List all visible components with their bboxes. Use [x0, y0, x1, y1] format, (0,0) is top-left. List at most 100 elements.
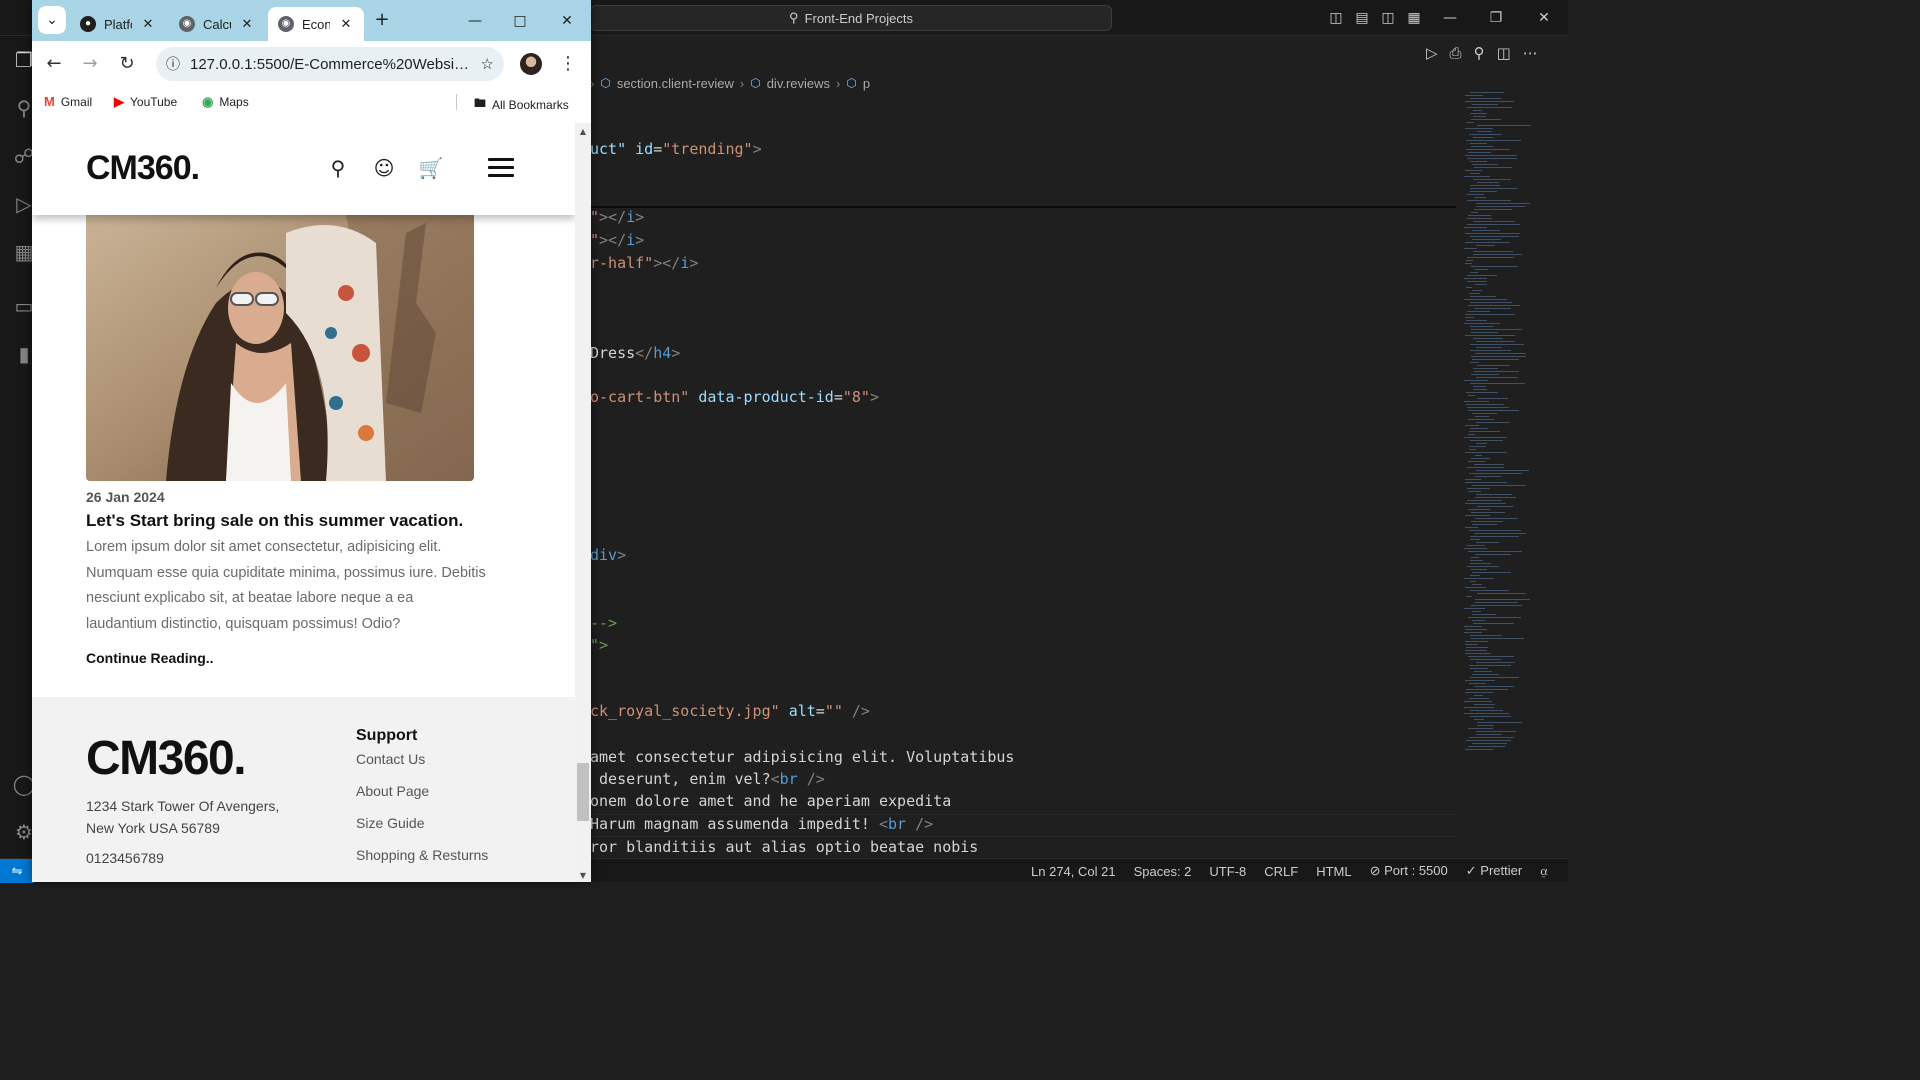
tab-calculator[interactable]: ◉ Calcu ✕	[169, 7, 265, 41]
code-line[interactable]: uct" id="trending">	[590, 138, 762, 160]
bookmarks-divider	[456, 94, 457, 110]
minimap-line	[1468, 419, 1494, 420]
new-tab-icon[interactable]: +	[368, 6, 396, 34]
bookmark-youtube[interactable]: ▶ YouTube	[114, 94, 177, 110]
site-logo[interactable]: CM360.	[86, 149, 200, 188]
site-info-icon[interactable]: ⓘ	[166, 54, 180, 74]
scroll-down-icon[interactable]: ▼	[579, 871, 587, 880]
code-token: "	[590, 231, 600, 249]
profile-avatar[interactable]	[520, 53, 542, 75]
minimize-icon[interactable]: —	[1440, 8, 1460, 28]
minimap-line	[1470, 716, 1511, 717]
code-line[interactable]: amet consectetur adipisicing elit. Volup…	[590, 746, 1014, 768]
close-tab-icon[interactable]: ✕	[239, 16, 255, 32]
minimap-line	[1476, 494, 1512, 495]
code-line[interactable]: r-half"></i>	[590, 252, 698, 274]
minimap-line	[1472, 674, 1499, 675]
breadcrumb-item[interactable]: section.client-review	[617, 76, 734, 91]
encoding[interactable]: UTF-8	[1209, 864, 1246, 879]
minimap-line	[1464, 323, 1500, 324]
code-line[interactable]: -->	[590, 612, 617, 634]
restore-icon[interactable]: ❐	[1486, 8, 1506, 28]
reload-icon[interactable]: ↻	[113, 50, 141, 78]
breadcrumb-item[interactable]: div.reviews	[767, 76, 830, 91]
code-line[interactable]: ck_royal_society.jpg" alt="" />	[590, 700, 870, 722]
code-token: ></	[599, 208, 627, 226]
footer-link-contact[interactable]: Contact Us	[356, 751, 425, 767]
code-line[interactable]: deserunt, enim vel?<br />	[590, 768, 825, 790]
tab-search-icon[interactable]: ⌄	[38, 6, 66, 34]
minimap-line	[1465, 95, 1483, 96]
indentation[interactable]: Spaces: 2	[1134, 864, 1192, 879]
forward-icon[interactable]: →	[76, 50, 104, 78]
minimap[interactable]	[1460, 92, 1556, 772]
tab-github[interactable]: ● Platfo ✕	[70, 7, 166, 41]
bookmark-maps[interactable]: ◉ Maps	[202, 94, 249, 110]
all-bookmarks-label: All Bookmarks	[492, 97, 569, 112]
minimap-line	[1465, 317, 1474, 318]
blog-title[interactable]: Let's Start bring sale on this summer va…	[86, 511, 463, 531]
minimap-line	[1477, 398, 1508, 399]
code-line[interactable]: ">	[590, 634, 608, 656]
code-line[interactable]: Dress</h4>	[590, 342, 680, 364]
all-bookmarks[interactable]: 🖿 All Bookmarks	[474, 94, 569, 115]
address-bar[interactable]: ⓘ 127.0.0.1:5500/E-Commerce%20Website/i.…	[156, 47, 504, 81]
split-editor-icon[interactable]: ◫	[1497, 44, 1511, 62]
code-line[interactable]: "></i>	[590, 206, 644, 228]
blog-date: 26 Jan 2024	[86, 489, 165, 505]
tab-ecommerce[interactable]: ◉ Econ ✕	[268, 7, 364, 41]
code-line[interactable]: o-cart-btn" data-product-id="8">	[590, 386, 879, 408]
bell-icon[interactable]: ⍶	[1540, 863, 1548, 879]
minimize-icon[interactable]: —	[452, 7, 498, 35]
print-icon[interactable]: ⎙	[1450, 44, 1462, 62]
footer-logo[interactable]: CM360.	[86, 731, 247, 786]
page-scrollbar[interactable]: ▲ ▼	[575, 123, 591, 882]
end-of-line[interactable]: CRLF	[1264, 864, 1298, 879]
code-line[interactable]: ror blanditiis aut alias optio beatae no…	[590, 836, 978, 858]
toggle-primary-sidebar-icon[interactable]: ◫	[1326, 8, 1346, 28]
language-mode[interactable]: HTML	[1316, 864, 1351, 879]
live-server-port[interactable]: ⊘ Port : 5500	[1370, 863, 1448, 879]
close-tab-icon[interactable]: ✕	[338, 16, 354, 32]
chrome-window: ⌄ ● Platfo ✕ ◉ Calcu ✕ ◉ Econ ✕ + — □ ✕ …	[32, 0, 591, 882]
code-line[interactable]: div>	[590, 544, 626, 566]
menu-icon[interactable]: ⋮	[554, 50, 582, 78]
toggle-panel-icon[interactable]: ▤	[1352, 8, 1372, 28]
footer-link-size-guide[interactable]: Size Guide	[356, 815, 424, 831]
footer-link-shopping[interactable]: Shopping & Resturns	[356, 847, 488, 863]
command-center-search[interactable]: ⚲ Front-End Projects	[590, 5, 1112, 31]
cart-icon[interactable]: 🛒	[417, 154, 445, 182]
hamburger-menu-icon[interactable]	[488, 158, 514, 178]
search-icon[interactable]: ⚲	[324, 154, 352, 182]
code-line[interactable]: Harum magnam assumenda impedit! <br />	[590, 813, 933, 835]
preview-icon[interactable]: ⚲	[1474, 44, 1485, 62]
breadcrumb-item[interactable]: p	[863, 76, 870, 91]
bookmark-gmail[interactable]: M Gmail	[44, 94, 92, 109]
code-line[interactable]: onem dolore amet and he aperiam expedita	[590, 790, 951, 812]
minimap-line	[1468, 461, 1485, 462]
more-actions-icon[interactable]: ⋯	[1523, 44, 1538, 62]
user-icon[interactable]: ☺	[370, 154, 398, 182]
code-editor[interactable]: uct" id="trending"> "></i> "></i> r-half"><…	[590, 100, 1460, 858]
close-icon[interactable]: ✕	[1534, 8, 1554, 28]
customize-layout-icon[interactable]: ▦	[1404, 8, 1424, 28]
remote-indicator-icon[interactable]: ⇋	[0, 859, 34, 883]
minimap-line	[1465, 233, 1520, 234]
star-icon[interactable]: ☆	[481, 55, 494, 73]
maximize-icon[interactable]: □	[497, 7, 543, 35]
minimap-line	[1473, 368, 1498, 369]
toggle-secondary-sidebar-icon[interactable]: ◫	[1378, 8, 1398, 28]
close-icon[interactable]: ✕	[544, 7, 590, 35]
scrollbar-thumb[interactable]	[577, 763, 589, 821]
footer-link-about[interactable]: About Page	[356, 783, 429, 799]
close-tab-icon[interactable]: ✕	[140, 16, 156, 32]
minimap-line	[1470, 539, 1480, 540]
prettier-status[interactable]: ✓ Prettier	[1466, 863, 1522, 879]
cursor-position[interactable]: Ln 274, Col 21	[1031, 864, 1116, 879]
support-heading: Support	[356, 727, 418, 744]
continue-reading-link[interactable]: Continue Reading..	[86, 650, 214, 666]
back-icon[interactable]: ←	[40, 50, 68, 78]
scroll-up-icon[interactable]: ▲	[579, 127, 587, 136]
code-line[interactable]: "></i>	[590, 229, 644, 251]
run-icon[interactable]: ▷	[1426, 44, 1438, 62]
